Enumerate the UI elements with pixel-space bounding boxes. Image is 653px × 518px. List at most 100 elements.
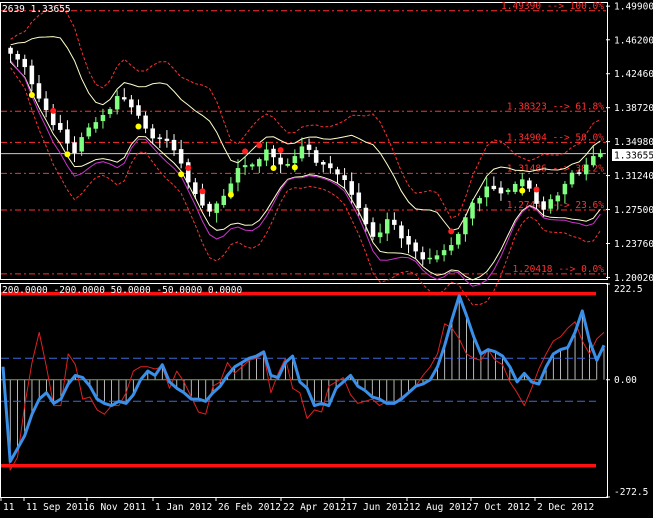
sell-signal-dot <box>242 148 249 155</box>
sell-signal-dot <box>256 142 263 149</box>
candle-body <box>221 195 227 206</box>
price-axis-label: 1.20020 <box>614 273 653 284</box>
current-price-label: 1.33655 <box>614 151 653 162</box>
candle-body <box>520 179 525 187</box>
candle-body <box>498 187 504 194</box>
candle-body <box>157 137 163 140</box>
price-axis-label: 1.23760 <box>614 239 653 250</box>
buy-signal-dot <box>135 123 142 130</box>
candle-body <box>349 181 354 195</box>
candle-body <box>541 201 546 210</box>
candle-body <box>43 98 49 111</box>
oscillator-axis-label: 222.5 <box>614 284 643 295</box>
candle-body <box>72 142 77 154</box>
time-axis-label: 26 Feb 2012 <box>218 502 281 513</box>
candle-body <box>399 225 404 239</box>
candle-body <box>356 192 362 208</box>
candle-body <box>249 164 255 167</box>
sell-signal-dot <box>50 107 57 114</box>
fib-level-label: 1.34904 --> 50.0% <box>507 132 605 143</box>
time-axis-label: 2 Dec 2012 <box>537 502 594 513</box>
candle-body <box>8 47 13 54</box>
candle-body <box>321 162 326 165</box>
candle-body <box>299 146 305 159</box>
candle-body <box>598 153 603 157</box>
candle-body <box>392 219 397 225</box>
candle-body <box>15 53 20 60</box>
candle-body <box>306 144 312 150</box>
price-panel-header: 2639 1.33655 <box>2 4 71 15</box>
candle-body <box>583 164 589 175</box>
candle-body <box>576 172 582 174</box>
sell-signal-dot <box>277 147 284 154</box>
buy-signal-dot <box>178 171 185 178</box>
candle-body <box>370 222 376 237</box>
oscillator-axis-label: -272.5 <box>614 487 648 498</box>
candle-body <box>200 192 205 206</box>
sell-signal-dot <box>199 188 206 195</box>
candle-body <box>29 65 35 85</box>
price-axis-label: 1.49900 <box>614 2 653 13</box>
price-axis-label: 1.31240 <box>614 171 653 182</box>
fib-level-label: 1.27445 --> 23.6% <box>507 200 605 211</box>
candle-body <box>448 245 454 251</box>
candle-body <box>100 114 106 122</box>
oscillator-axis-label: 0.00 <box>614 375 637 386</box>
candle-body <box>477 197 482 204</box>
candle-body <box>129 99 134 108</box>
candle-body <box>65 129 70 144</box>
candle-body <box>328 163 333 169</box>
candle-body <box>79 137 84 152</box>
buy-signal-dot <box>64 151 71 158</box>
buy-signal-dot <box>519 187 526 194</box>
candle-body <box>377 232 383 238</box>
candle-body <box>278 157 283 165</box>
oscillator-panel-header: 200.0000 -200.0000 50.0000 -50.0000 0.00… <box>2 285 242 296</box>
price-axis: 1.49900 1.46200 1.42460 1.38720 1.34980 1.312… <box>606 2 653 284</box>
candle-body <box>193 182 198 194</box>
candle-body <box>569 172 575 185</box>
candle-body <box>242 165 248 168</box>
sell-signal-dot <box>185 165 192 172</box>
buy-signal-dot <box>227 191 234 198</box>
price-axis-label: 1.46200 <box>614 35 653 46</box>
candle-body <box>271 148 276 158</box>
time-axis-label: 12 Aug 2012 <box>409 502 472 513</box>
candle-body <box>591 156 596 166</box>
price-axis-label: 1.34980 <box>614 137 653 148</box>
candle-body <box>150 128 155 139</box>
candle-body <box>207 203 212 212</box>
candle-body <box>342 175 347 181</box>
candle-body <box>114 96 120 110</box>
buy-signal-dot <box>270 164 277 171</box>
candle-body <box>406 236 411 245</box>
candle-body <box>171 139 177 151</box>
candle-body <box>36 83 42 99</box>
candle-body <box>107 109 113 115</box>
time-axis-label: 6 Nov 2011 <box>89 502 146 513</box>
buy-signal-dot <box>28 91 35 98</box>
buy-signal-dot <box>291 164 298 171</box>
candle-body <box>434 255 440 260</box>
price-axis-label: 1.42460 <box>614 69 653 80</box>
fib-level-label: 1.20418 --> 0.0% <box>512 264 604 275</box>
price-axis-label: 1.27500 <box>614 205 653 216</box>
candle-body <box>441 250 447 256</box>
candle-body <box>143 115 148 129</box>
candle-body <box>420 252 426 260</box>
candle-body <box>413 242 418 252</box>
fib-level-label: 1.49390 --> 100.0% <box>501 1 604 12</box>
time-axis-label: 22 Apr 2012 <box>283 502 346 513</box>
candle-body <box>548 199 553 209</box>
trading-chart: 1.49390 --> 100.0% 1.38323 --> 61.8% 1.349… <box>0 0 653 518</box>
candle-body <box>86 127 91 137</box>
candle-body <box>512 183 518 192</box>
candle-body <box>136 105 141 116</box>
candle-body <box>235 168 241 183</box>
candle-body <box>491 185 497 190</box>
candle-body <box>264 149 269 161</box>
candle-body <box>484 186 489 198</box>
sell-signal-dot <box>448 228 455 235</box>
candle-body <box>257 159 262 167</box>
time-axis-label: 17 Jun 2012 <box>346 502 409 513</box>
